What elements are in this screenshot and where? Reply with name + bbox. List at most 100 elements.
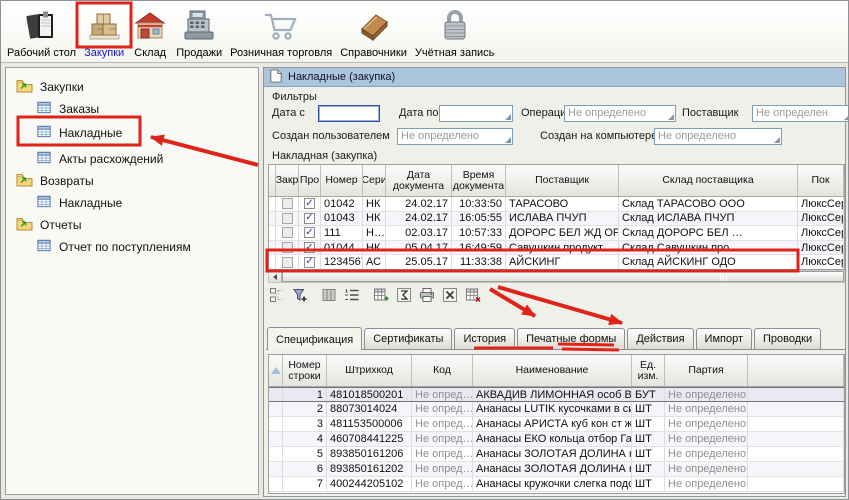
- spec-row-1[interactable]: 288073014024Не опред…Ананасы LUTIK кусоч…: [269, 402, 844, 417]
- checkbox-checked[interactable]: ✓: [304, 257, 315, 268]
- toolbar-item-6[interactable]: Учётная запись: [415, 4, 495, 60]
- cell-value: 3: [317, 418, 323, 430]
- sidebar-item-group-6[interactable]: Отчеты: [16, 216, 81, 234]
- column-header-label: Время документа: [453, 170, 504, 192]
- checkbox-checked[interactable]: ✓: [304, 227, 315, 238]
- filter-field-0[interactable]: [318, 105, 380, 122]
- spec-table-header-0[interactable]: Номер строки: [283, 355, 327, 386]
- cell-value: 25.05.17: [405, 256, 448, 268]
- spec-table-header-5[interactable]: Партия: [665, 355, 748, 386]
- checkbox-unchecked[interactable]: [282, 198, 293, 209]
- toolbar-item-3[interactable]: Продажи: [176, 4, 222, 60]
- grid-toolbar-button-1[interactable]: [291, 288, 309, 306]
- line-number-cell: 1: [283, 388, 327, 401]
- invoice-row-4[interactable]: ✓1234567АС25.05.1711:33:38АЙСКИНГСклад А…: [269, 255, 844, 270]
- checkbox-checked[interactable]: ✓: [304, 213, 315, 224]
- main-table-header-4[interactable]: Дата документа: [386, 165, 452, 196]
- grid-toolbar-button-8[interactable]: [464, 288, 482, 306]
- sidebar-item-1[interactable]: Заказы: [36, 100, 99, 118]
- checkbox-unchecked[interactable]: [282, 242, 293, 253]
- sidebar-item-2[interactable]: Накладные: [36, 124, 122, 142]
- checkbox-unchecked[interactable]: [282, 227, 293, 238]
- row-selector-cell: [269, 226, 276, 240]
- tab-3[interactable]: Печатные формы: [517, 328, 625, 349]
- cell-value: 481018500201: [330, 389, 403, 401]
- spec-row-5[interactable]: 6893850161202Не опред…Ананасы ЗОЛОТАЯ ДО…: [269, 462, 844, 477]
- tab-2[interactable]: История: [454, 328, 515, 349]
- cell-value: Не опред…: [415, 463, 473, 475]
- toolbar-item-5[interactable]: Справочники: [340, 4, 407, 60]
- sidebar-item-5[interactable]: Накладные: [36, 194, 122, 212]
- supplier-cell: ДОРОРС БЕЛ ЖД ОР…: [506, 226, 619, 240]
- grid-toolbar-button-3[interactable]: [343, 288, 361, 306]
- toolbar-item-2[interactable]: Склад: [132, 4, 168, 60]
- row-selector-cell: [269, 212, 276, 226]
- document-time-cell: 16:05:55: [452, 212, 506, 226]
- spec-row-6[interactable]: 7400244205102Не опред…Ананасы кружочки с…: [269, 477, 844, 492]
- sidebar-item-group-0[interactable]: Закупки: [16, 78, 84, 96]
- sidebar-item-group-4[interactable]: Возвраты: [16, 172, 94, 190]
- spec-table-header-1[interactable]: Штрихкод: [327, 355, 412, 386]
- invoice-row-2[interactable]: ✓111Н…02.03.1710:57:33ДОРОРС БЕЛ ЖД ОР…С…: [269, 226, 844, 241]
- grid-toolbar-button-5[interactable]: [395, 288, 413, 306]
- filter-field-4[interactable]: Не определено: [397, 128, 513, 145]
- grid-toolbar: [268, 288, 482, 306]
- toolbar-item-0[interactable]: Рабочий стол: [7, 4, 76, 60]
- buyer-cell: ЛюксСерв: [798, 255, 844, 269]
- grid-toolbar-button-7[interactable]: [441, 288, 459, 306]
- sidebar-item-label: Накладные: [59, 126, 122, 140]
- horizontal-scrollbar[interactable]: [268, 270, 845, 283]
- main-table-header-3[interactable]: Сери: [363, 165, 386, 196]
- main-table-header-0[interactable]: Закр: [276, 165, 299, 196]
- main-table-header-7[interactable]: Склад поставщика: [619, 165, 798, 196]
- spec-row-0[interactable]: 1481018500201Не опред…АКВАДИВ ЛИМОННАЯ о…: [269, 387, 844, 402]
- checkbox-unchecked[interactable]: [282, 213, 293, 224]
- tab-0[interactable]: Спецификация: [267, 327, 362, 350]
- sidebar-item-7[interactable]: Отчет по поступлениям: [36, 238, 191, 256]
- spec-table-header-2[interactable]: Код: [412, 355, 473, 386]
- cell-value: 24.02.17: [405, 198, 448, 210]
- spec-row-4[interactable]: 5893850161206Не опред…Ананасы ЗОЛОТАЯ ДО…: [269, 447, 844, 462]
- toolbar-item-4[interactable]: Розничная торговля: [230, 4, 332, 60]
- tab-5[interactable]: Импорт: [696, 328, 752, 349]
- cell-value: ЛюксСерв: [801, 198, 844, 210]
- main-table-header-1[interactable]: Про: [299, 165, 321, 196]
- grid-toolbar-button-6[interactable]: [418, 288, 436, 306]
- main-table-header-6[interactable]: Поставщик: [506, 165, 619, 196]
- spec-row-3[interactable]: 4460708441225Не опред…Ананасы ЕКО кольца…: [269, 432, 844, 447]
- invoice-row-1[interactable]: ✓01043НК24.02.1716:05:55ИСЛАВА ПЧУПСклад…: [269, 212, 844, 227]
- cell-value: 1234567: [324, 256, 363, 268]
- scrollbar-thumb[interactable]: [282, 271, 844, 282]
- spec-table-header-3[interactable]: Наименование: [473, 355, 632, 386]
- closed-cell: [276, 241, 299, 255]
- checkbox-unchecked[interactable]: [282, 257, 293, 268]
- filter-field-2[interactable]: Не определено: [564, 105, 676, 122]
- spec-sort-header[interactable]: [269, 355, 283, 386]
- toolbar-item-1[interactable]: Закупки: [84, 4, 124, 60]
- main-table-header-2[interactable]: Номер: [321, 165, 363, 196]
- cell-value: 11:33:38: [460, 256, 502, 268]
- checkbox-checked[interactable]: ✓: [304, 242, 315, 253]
- unit-cell: БУТ: [632, 388, 665, 401]
- spec-row-2[interactable]: 3481153500006Не опред…Ананасы АРИСТА куб…: [269, 417, 844, 432]
- filter-field-1[interactable]: [439, 105, 513, 122]
- tab-1[interactable]: Сертификаты: [364, 328, 452, 349]
- filter-field-5[interactable]: Не определено: [654, 128, 782, 145]
- folder-up-icon: [16, 172, 33, 190]
- tab-label: Сертификаты: [373, 333, 443, 345]
- tab-6[interactable]: Проводки: [754, 328, 821, 349]
- invoice-row-0[interactable]: ✓01042НК24.02.1710:33:50ТАРАСОВОСклад ТА…: [269, 197, 844, 212]
- tab-4[interactable]: Действия: [627, 328, 693, 349]
- filter-field-3[interactable]: Не определен: [752, 105, 849, 122]
- grid-toolbar-button-4[interactable]: [372, 288, 390, 306]
- filters-row-2: Создан пользователемНе определеноСоздан …: [264, 128, 845, 145]
- invoice-row-3[interactable]: ✓01044НК05.04.1716:49:59Савушкин продукт…: [269, 241, 844, 256]
- sidebar-item-3[interactable]: Акты расхождений: [36, 150, 163, 168]
- main-table-header-5[interactable]: Время документа: [452, 165, 506, 196]
- main-table-header-8[interactable]: Пок: [798, 165, 844, 196]
- checkbox-checked[interactable]: ✓: [304, 198, 315, 209]
- scroll-left-button[interactable]: [269, 271, 282, 282]
- spec-table-header-4[interactable]: Ед. изм.: [632, 355, 665, 386]
- grid-toolbar-button-0[interactable]: [268, 288, 286, 306]
- grid-toolbar-button-2[interactable]: [320, 288, 338, 306]
